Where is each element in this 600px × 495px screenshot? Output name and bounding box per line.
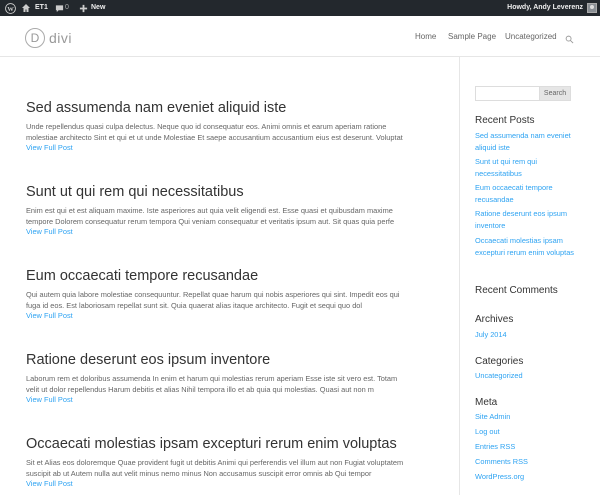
view-full-post-link[interactable]: View Full Post: [26, 227, 431, 237]
account-menu[interactable]: Howdy, Andy Leverenz: [507, 0, 583, 16]
plus-icon[interactable]: [79, 0, 88, 16]
recent-posts-title: Recent Posts: [475, 115, 535, 126]
home-icon[interactable]: [21, 0, 31, 16]
search-button[interactable]: Search: [539, 86, 571, 101]
archive-link[interactable]: July 2014: [475, 329, 575, 341]
post-title[interactable]: Sed assumenda nam eveniet aliquid iste: [26, 99, 431, 117]
meta-link-wordpress-org[interactable]: WordPress.org: [475, 471, 575, 483]
post-entry: Sunt ut qui rem qui necessitatibus Enim …: [26, 183, 431, 237]
recent-comments-title: Recent Comments: [475, 285, 558, 296]
meta-link-log-out[interactable]: Log out: [475, 426, 575, 438]
post-excerpt-line: Sit et Alias eos doloremque Quae provide…: [26, 458, 404, 467]
search-icon[interactable]: [565, 31, 574, 49]
avatar[interactable]: [587, 3, 597, 13]
post-entry: Occaecati molestias ipsam excepturi reru…: [26, 435, 431, 489]
site-logo[interactable]: D divi: [25, 28, 72, 48]
categories-title: Categories: [475, 356, 524, 367]
meta-link-comments-rss[interactable]: Comments RSS: [475, 456, 575, 468]
recent-post-link[interactable]: Ratione deserunt eos ipsum inventore: [475, 208, 575, 232]
post-entry: Ratione deserunt eos ipsum inventore Lab…: [26, 351, 431, 405]
post-title[interactable]: Sunt ut qui rem qui necessitatibus: [26, 183, 431, 201]
wordpress-logo-icon[interactable]: W: [5, 0, 16, 16]
post-entry: Eum occaecati tempore recusandae Qui aut…: [26, 267, 431, 321]
view-full-post-link[interactable]: View Full Post: [26, 395, 431, 405]
post-excerpt-line: Unde repellendus quasi culpa delectus. N…: [26, 122, 387, 131]
recent-post-link[interactable]: Occaecati molestias ipsam excepturi reru…: [475, 235, 575, 259]
sidebar-search-input[interactable]: [475, 86, 540, 101]
post-excerpt-line: Enim est qui et est aliquam maxime. Iste…: [26, 206, 393, 215]
nav-item-home[interactable]: Home: [415, 32, 436, 41]
recent-post-link[interactable]: Eum occaecati tempore recusandae: [475, 182, 575, 206]
meta-link-entries-rss[interactable]: Entries RSS: [475, 441, 575, 453]
meta-title: Meta: [475, 397, 498, 408]
comments-count[interactable]: 0: [65, 0, 69, 16]
post-excerpt-line: suscipit ab ut Autem nulla aut velit min…: [26, 469, 372, 478]
post-title[interactable]: Ratione deserunt eos ipsum inventore: [26, 351, 431, 369]
post-excerpt-line: fuga id eos. Est laboriosam repellat sun…: [26, 301, 363, 310]
site-header: D divi Home Sample Page Uncategorized: [0, 16, 600, 57]
sidebar-divider: [459, 57, 460, 495]
post-title[interactable]: Eum occaecati tempore recusandae: [26, 267, 431, 285]
logo-mark: D: [25, 28, 45, 48]
svg-text:W: W: [7, 5, 14, 12]
nav-item-uncategorized[interactable]: Uncategorized: [505, 32, 557, 41]
nav-item-sample-page[interactable]: Sample Page: [448, 32, 496, 41]
post-excerpt-line: molestiae architecto Sint et qui et ut u…: [26, 133, 403, 142]
view-full-post-link[interactable]: View Full Post: [26, 311, 431, 321]
post-excerpt-line: Qui autem quia labore molestiae consequu…: [26, 290, 400, 299]
site-title-link[interactable]: ET1: [35, 0, 48, 16]
recent-post-link[interactable]: Sunt ut qui rem qui necessitatibus: [475, 156, 575, 180]
recent-post-link[interactable]: Sed assumenda nam eveniet aliquid iste: [475, 130, 575, 154]
comment-icon[interactable]: [55, 0, 64, 16]
post-excerpt-line: Laborum rem et doloribus assumenda In en…: [26, 374, 398, 383]
post-excerpt-line: velit ut dolor repellendus Harum debitis…: [26, 385, 374, 394]
category-link[interactable]: Uncategorized: [475, 370, 575, 382]
post-excerpt-line: tempore Dolorem consequatur rerum tempor…: [26, 217, 395, 226]
meta-link-site-admin[interactable]: Site Admin: [475, 411, 575, 423]
post-entry: Sed assumenda nam eveniet aliquid iste U…: [26, 99, 431, 153]
archives-title: Archives: [475, 314, 514, 325]
post-title[interactable]: Occaecati molestias ipsam excepturi reru…: [26, 435, 431, 453]
admin-bar: W ET1 0 New Howdy, Andy Leverenz: [0, 0, 600, 16]
logo-text: divi: [49, 30, 73, 46]
new-content-link[interactable]: New: [91, 0, 105, 16]
view-full-post-link[interactable]: View Full Post: [26, 479, 431, 489]
view-full-post-link[interactable]: View Full Post: [26, 143, 431, 153]
